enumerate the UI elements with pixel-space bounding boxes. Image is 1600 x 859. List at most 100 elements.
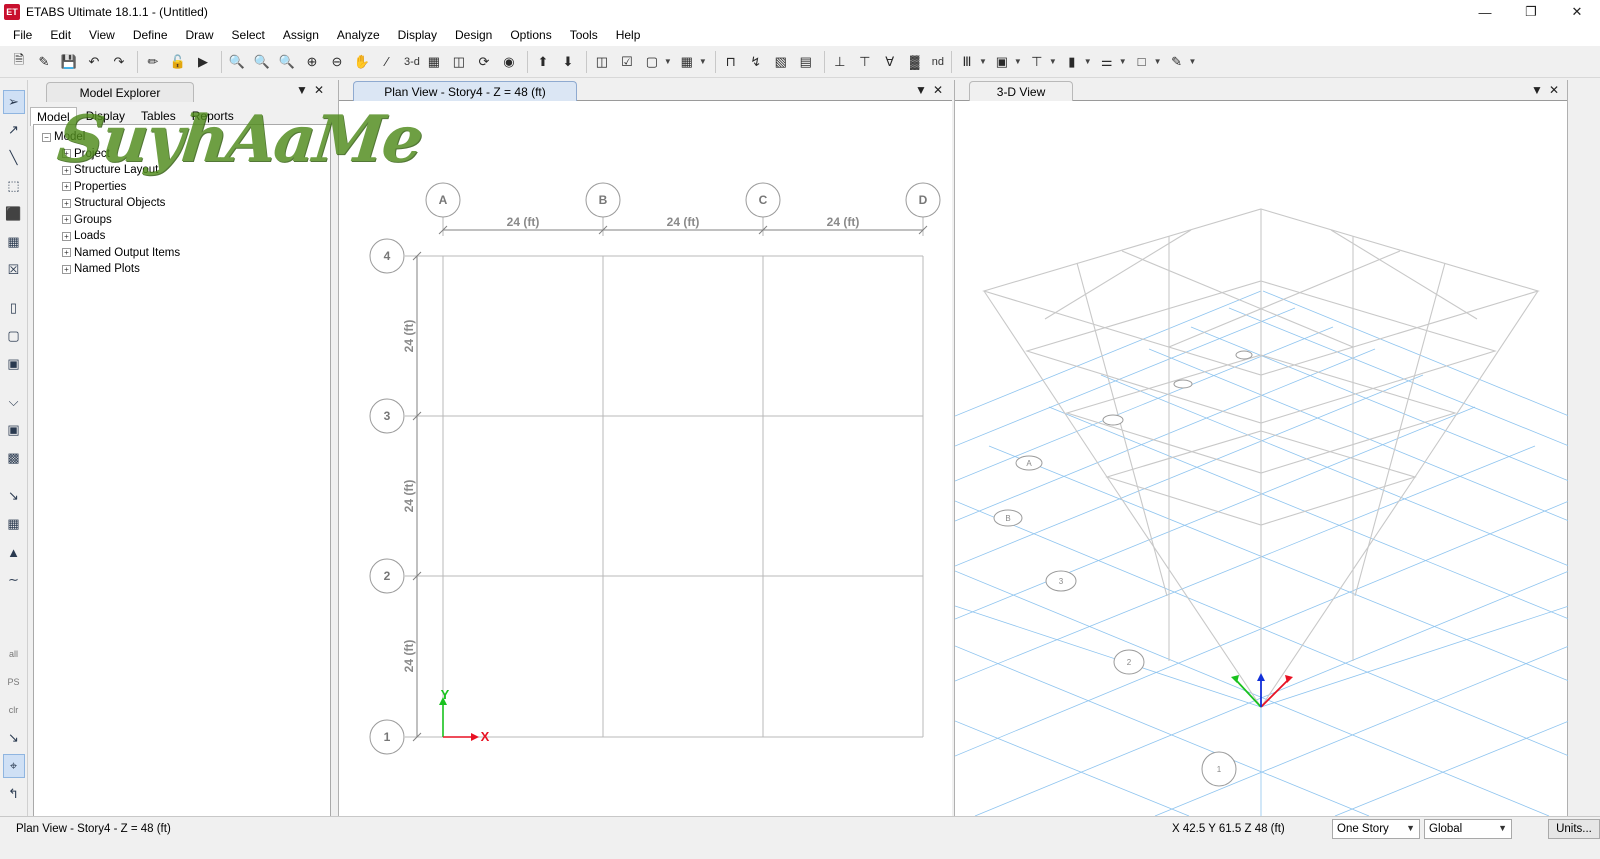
chevron-down-icon[interactable]: ▼ [1189,57,1197,66]
view-3d-button[interactable]: 3-d [401,56,423,68]
tree-item-structure-layout[interactable]: + Structure Layout [34,162,330,179]
close-icon[interactable]: ✕ [933,83,943,97]
display-check-icon[interactable]: ☑ [616,51,638,73]
menu-design[interactable]: Design [446,24,501,46]
expand-icon[interactable]: + [62,248,71,258]
new-file-icon[interactable]: 🗎 [8,51,30,73]
snap-grid-icon[interactable]: ⌖ [2,754,25,778]
joint-loads-icon[interactable]: ⊤ [854,51,876,73]
tree-item-loads[interactable]: + Loads [34,228,330,245]
clear-selection-button[interactable]: clr [3,698,25,722]
chevron-down-icon[interactable]: ▼ [1531,83,1543,97]
object-shrink-icon[interactable]: ◫ [591,51,613,73]
menu-draw[interactable]: Draw [177,24,223,46]
draw-beam-icon[interactable]: ⬚ [3,174,25,198]
member-forces-icon[interactable]: ▧ [770,51,792,73]
coordinate-system-selector[interactable]: Global ▼ [1424,819,1512,839]
chevron-down-icon[interactable]: ▼ [1154,57,1162,66]
draw-grid-icon[interactable]: ▦ [3,512,25,536]
frame-icon[interactable]: ⊓ [720,51,742,73]
draw-brace-icon[interactable]: ▦ [3,230,25,254]
save-icon[interactable]: 💾 [58,51,80,73]
perspective-icon[interactable]: ◉ [498,51,520,73]
menu-assign[interactable]: Assign [274,24,328,46]
close-button[interactable]: ✕ [1554,0,1600,24]
expand-icon[interactable]: + [62,264,71,274]
select-intersect-icon[interactable]: ↘ [3,726,25,750]
snap-point-icon[interactable]: ↰ [3,782,25,806]
tab-display[interactable]: Display [79,106,132,126]
tab-reports[interactable]: Reports [185,106,241,126]
tree-item-model[interactable]: − Model [34,129,330,146]
plan-view-canvas[interactable]: A B C D 4 3 2 1 24 (ft) 24 (ft) 24 (ft) … [339,101,953,816]
tree-item-named-plots[interactable]: + Named Plots [34,261,330,278]
move-down-icon[interactable]: ⬇ [557,51,579,73]
plan-view-tab[interactable]: Plan View - Story4 - Z = 48 (ft) [353,81,577,101]
tree-item-structural-objects[interactable]: + Structural Objects [34,195,330,212]
chevron-down-icon[interactable]: ▼ [1049,57,1057,66]
move-up-icon[interactable]: ⬆ [532,51,554,73]
set-display-icon[interactable]: ▢ [641,51,663,73]
draw-column-icon[interactable]: ⬛ [3,202,25,226]
wall-section-icon[interactable]: ▮ [1061,51,1083,73]
open-file-icon[interactable]: ✎ [33,51,55,73]
previous-selection-button[interactable]: PS [3,670,25,694]
draw-cross-icon[interactable]: ☒ [3,258,25,282]
expand-icon[interactable]: + [62,182,71,192]
draw-opening-icon[interactable]: ▣ [3,352,25,376]
column-section-icon[interactable]: ⊤ [1026,51,1048,73]
slab-section-icon[interactable]: ▣ [991,51,1013,73]
menu-define[interactable]: Define [124,24,177,46]
restore-button[interactable]: ❐ [1508,0,1554,24]
tree-item-groups[interactable]: + Groups [34,212,330,229]
menu-display[interactable]: Display [389,24,446,46]
redo-icon[interactable]: ↷ [108,51,130,73]
run-analysis-icon[interactable]: ▶ [192,51,214,73]
select-all-button[interactable]: all [3,642,25,666]
pencil-icon[interactable]: ✏ [142,51,164,73]
units-button[interactable]: Units... [1548,819,1600,839]
draw-rectangle-icon[interactable]: ▢ [3,324,25,348]
joint-reactions-icon[interactable]: ⊥ [829,51,851,73]
chevron-down-icon[interactable]: ▼ [1119,57,1127,66]
select-pointer-icon[interactable]: ➢ [2,90,25,114]
plan-view-icon[interactable]: ▦ [423,51,445,73]
menu-file[interactable]: File [4,24,41,46]
model-explorer-tab[interactable]: Model Explorer [46,82,194,102]
menu-select[interactable]: Select [223,24,274,46]
expand-icon[interactable]: + [62,165,71,175]
zoom-restore-icon[interactable]: 🔍 [251,51,273,73]
reshape-icon[interactable]: ↗ [3,118,25,142]
menu-view[interactable]: View [80,24,124,46]
zoom-out-icon[interactable]: ⊖ [326,51,348,73]
chevron-down-icon[interactable]: ▼ [699,57,707,66]
expand-icon[interactable]: + [62,198,71,208]
pan-icon[interactable]: ✋ [351,51,373,73]
chevron-down-icon[interactable]: ▼ [296,83,308,97]
draw-wall-opening-icon[interactable]: ▩ [3,446,25,470]
menu-tools[interactable]: Tools [561,24,607,46]
zoom-in-icon[interactable]: ⊕ [301,51,323,73]
elevation-view-icon[interactable]: ◫ [448,51,470,73]
story-selector[interactable]: One Story ▼ [1332,819,1420,839]
draw-wall-icon[interactable]: ⌵ [3,390,25,414]
collapse-icon[interactable]: − [42,132,51,142]
frame-loads-icon[interactable]: ∀ [879,51,901,73]
etabs-app-icon[interactable]: ET [4,4,20,20]
menu-help[interactable]: Help [607,24,650,46]
line-type-icon[interactable]: ⚌ [1096,51,1118,73]
zoom-full-icon[interactable]: 🔍 [276,51,298,73]
minimize-button[interactable]: — [1462,0,1508,24]
draw-link-icon[interactable]: ↘ [3,484,25,508]
3d-view-canvas[interactable]: A B 3 2 1 [955,101,1569,816]
rotate-view-icon[interactable]: ⟳ [473,51,495,73]
extrude-icon[interactable]: ▦ [676,51,698,73]
draw-tendon-icon[interactable]: ▲ [3,540,25,564]
tab-tables[interactable]: Tables [134,106,183,126]
lock-icon[interactable]: 🔓 [167,51,189,73]
draw-wave-icon[interactable]: ∼ [3,568,25,592]
chevron-down-icon[interactable]: ▼ [979,57,987,66]
chevron-down-icon[interactable]: ▼ [915,83,927,97]
menu-analyze[interactable]: Analyze [328,24,389,46]
tree-item-project[interactable]: + Project [34,146,330,163]
